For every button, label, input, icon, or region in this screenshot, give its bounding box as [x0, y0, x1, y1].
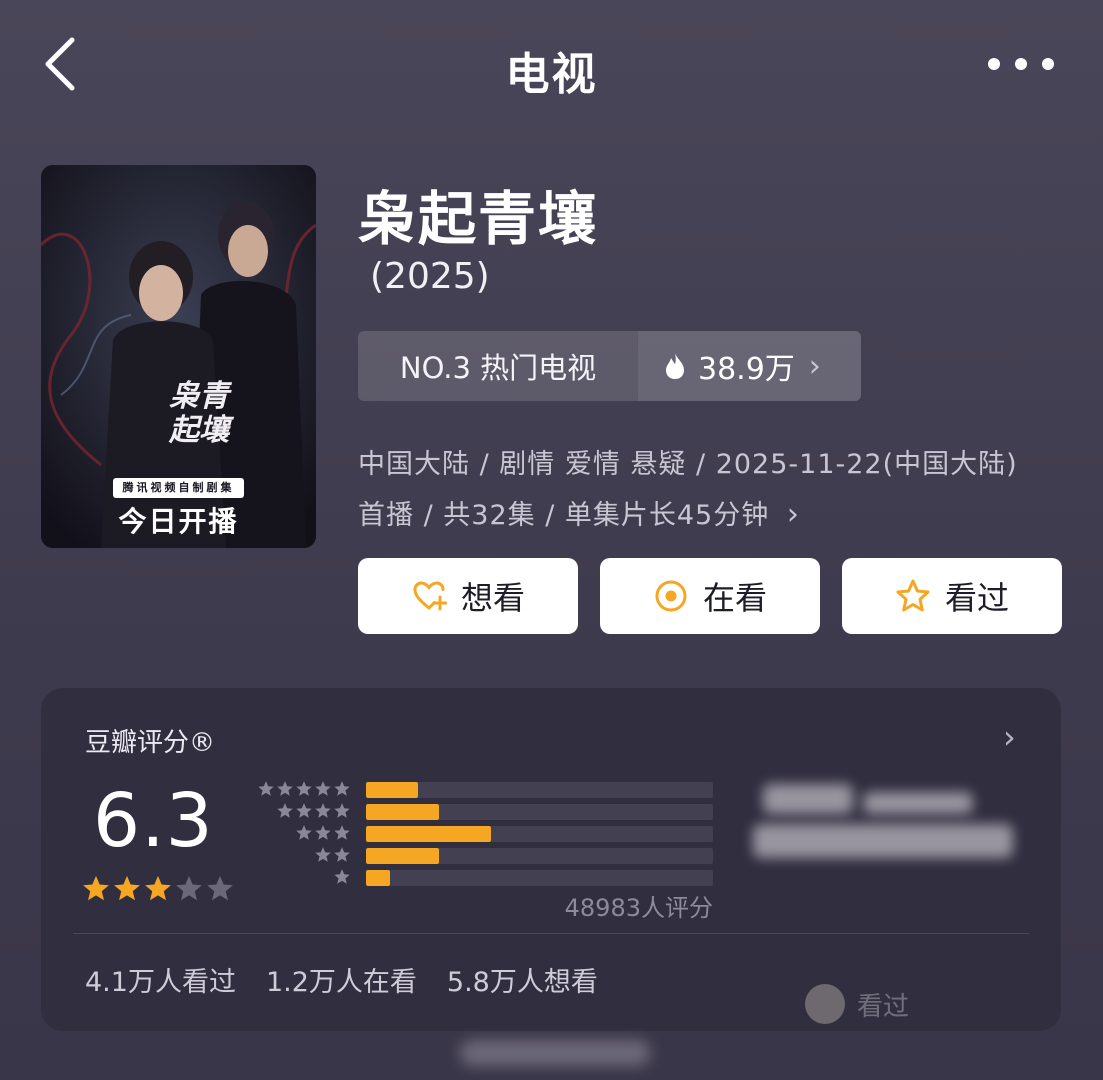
- chevron-right-icon[interactable]: ›: [1003, 718, 1016, 756]
- star-small-icon: [258, 781, 274, 796]
- more-dots-icon: [988, 58, 1000, 70]
- nav-title: 电视: [505, 49, 598, 100]
- histogram-track-1-star: [366, 870, 713, 886]
- friend-activity-label: 看过: [857, 991, 910, 1022]
- show-title: 枭起青壤: [358, 185, 599, 253]
- watched-label: 看过: [944, 579, 1009, 617]
- star-small-icon: [315, 803, 331, 818]
- star-small-icon: [334, 803, 350, 818]
- rating-stats: 4.1万人看过 1.2万人在看 5.8万人想看: [85, 960, 598, 999]
- rank-pill: NO.3 热门电视 38.9万 ›: [358, 331, 861, 401]
- histogram-bar-2-star: [366, 848, 439, 864]
- star-filled-icon: [145, 875, 171, 901]
- star-small-icon: [334, 869, 350, 884]
- star-empty-icon: [176, 875, 202, 901]
- histogram-label-4-star: [251, 802, 351, 824]
- poster-strap: 腾讯视频自制剧集: [113, 478, 244, 498]
- want-to-watch-label: 想看: [460, 579, 525, 617]
- watching-button[interactable]: 在看: [600, 558, 820, 634]
- histogram-track-2-star: [366, 848, 713, 864]
- rating-score: 6.3: [93, 778, 214, 864]
- stat-watched[interactable]: 4.1万人看过: [85, 960, 236, 999]
- star-filled-icon: [83, 875, 109, 901]
- star-small-icon: [296, 803, 312, 818]
- poster-stamp: 今日开播: [118, 505, 239, 538]
- star-small-icon: [315, 825, 331, 840]
- star-filled-icon: [114, 875, 140, 901]
- poster-calligraphy: 枭青起壤: [169, 379, 229, 448]
- watching-label: 在看: [702, 579, 767, 617]
- star-small-icon: [296, 825, 312, 840]
- histogram-track-3-star: [366, 826, 713, 842]
- blurred-comparison: [753, 778, 1023, 878]
- friend-activity: 看过: [805, 984, 923, 1024]
- histogram-label-2-star: [251, 846, 351, 868]
- histogram-bar-3-star: [366, 826, 491, 842]
- meta-line-2[interactable]: 首播 / 共32集 / 单集片长45分钟 ›: [358, 493, 800, 532]
- top-nav-bar: 电视: [0, 0, 1103, 130]
- blurred-watermark: [460, 1040, 650, 1066]
- meta-line-1: 中国大陆 / 剧情 爱情 悬疑 / 2025-11-22(中国大陆): [358, 449, 1018, 480]
- histogram-track-5-star: [366, 782, 713, 798]
- rating-stars: [81, 874, 235, 904]
- avatar: [805, 984, 845, 1024]
- star-empty-icon: [207, 875, 233, 901]
- star-outline-icon: [896, 579, 930, 612]
- divider: [73, 933, 1029, 934]
- histogram-track-4-star: [366, 804, 713, 820]
- meta-line-2-text: 首播 / 共32集 / 单集片长45分钟: [358, 500, 770, 531]
- rating-card: 豆瓣评分® › 6.3 48983人评分 4.1万人看过 1.2万人在看 5.8…: [41, 688, 1061, 1031]
- star-small-icon: [277, 781, 293, 796]
- star-small-icon: [277, 803, 293, 818]
- star-small-icon: [334, 825, 350, 840]
- histogram-label-5-star: [251, 780, 351, 802]
- rating-title: 豆瓣评分®: [85, 728, 216, 758]
- stat-want[interactable]: 5.8万人想看: [447, 960, 598, 999]
- star-small-icon: [334, 847, 350, 862]
- heat-value: 38.9万: [698, 352, 795, 387]
- star-small-icon: [315, 781, 331, 796]
- histogram-bar-4-star: [366, 804, 439, 820]
- target-circle-icon: [655, 580, 687, 612]
- chevron-right-icon: ›: [808, 348, 821, 384]
- histogram-label-1-star: [251, 868, 351, 890]
- star-small-icon: [315, 847, 331, 862]
- want-to-watch-button[interactable]: 想看: [358, 558, 578, 634]
- flame-icon: [666, 353, 684, 379]
- histogram-label-3-star: [251, 824, 351, 846]
- rating-count: 48983人评分: [564, 894, 713, 922]
- star-small-icon: [334, 781, 350, 796]
- watched-button[interactable]: 看过: [842, 558, 1062, 634]
- star-small-icon: [296, 781, 312, 796]
- rating-histogram: [366, 782, 713, 892]
- heat-button[interactable]: 38.9万 ›: [638, 331, 861, 401]
- histogram-bar-1-star: [366, 870, 391, 886]
- histogram-star-labels: [251, 780, 351, 890]
- histogram-bar-5-star: [366, 782, 419, 798]
- show-year: (2025): [370, 256, 490, 297]
- poster-image[interactable]: 枭青起壤 腾讯视频自制剧集 今日开播: [41, 165, 316, 548]
- chevron-right-icon: ›: [786, 497, 800, 532]
- heart-plus-icon: [413, 581, 447, 611]
- stat-watching[interactable]: 1.2万人在看: [266, 960, 417, 999]
- rank-label[interactable]: NO.3 热门电视: [358, 331, 638, 401]
- more-button[interactable]: [988, 50, 1054, 78]
